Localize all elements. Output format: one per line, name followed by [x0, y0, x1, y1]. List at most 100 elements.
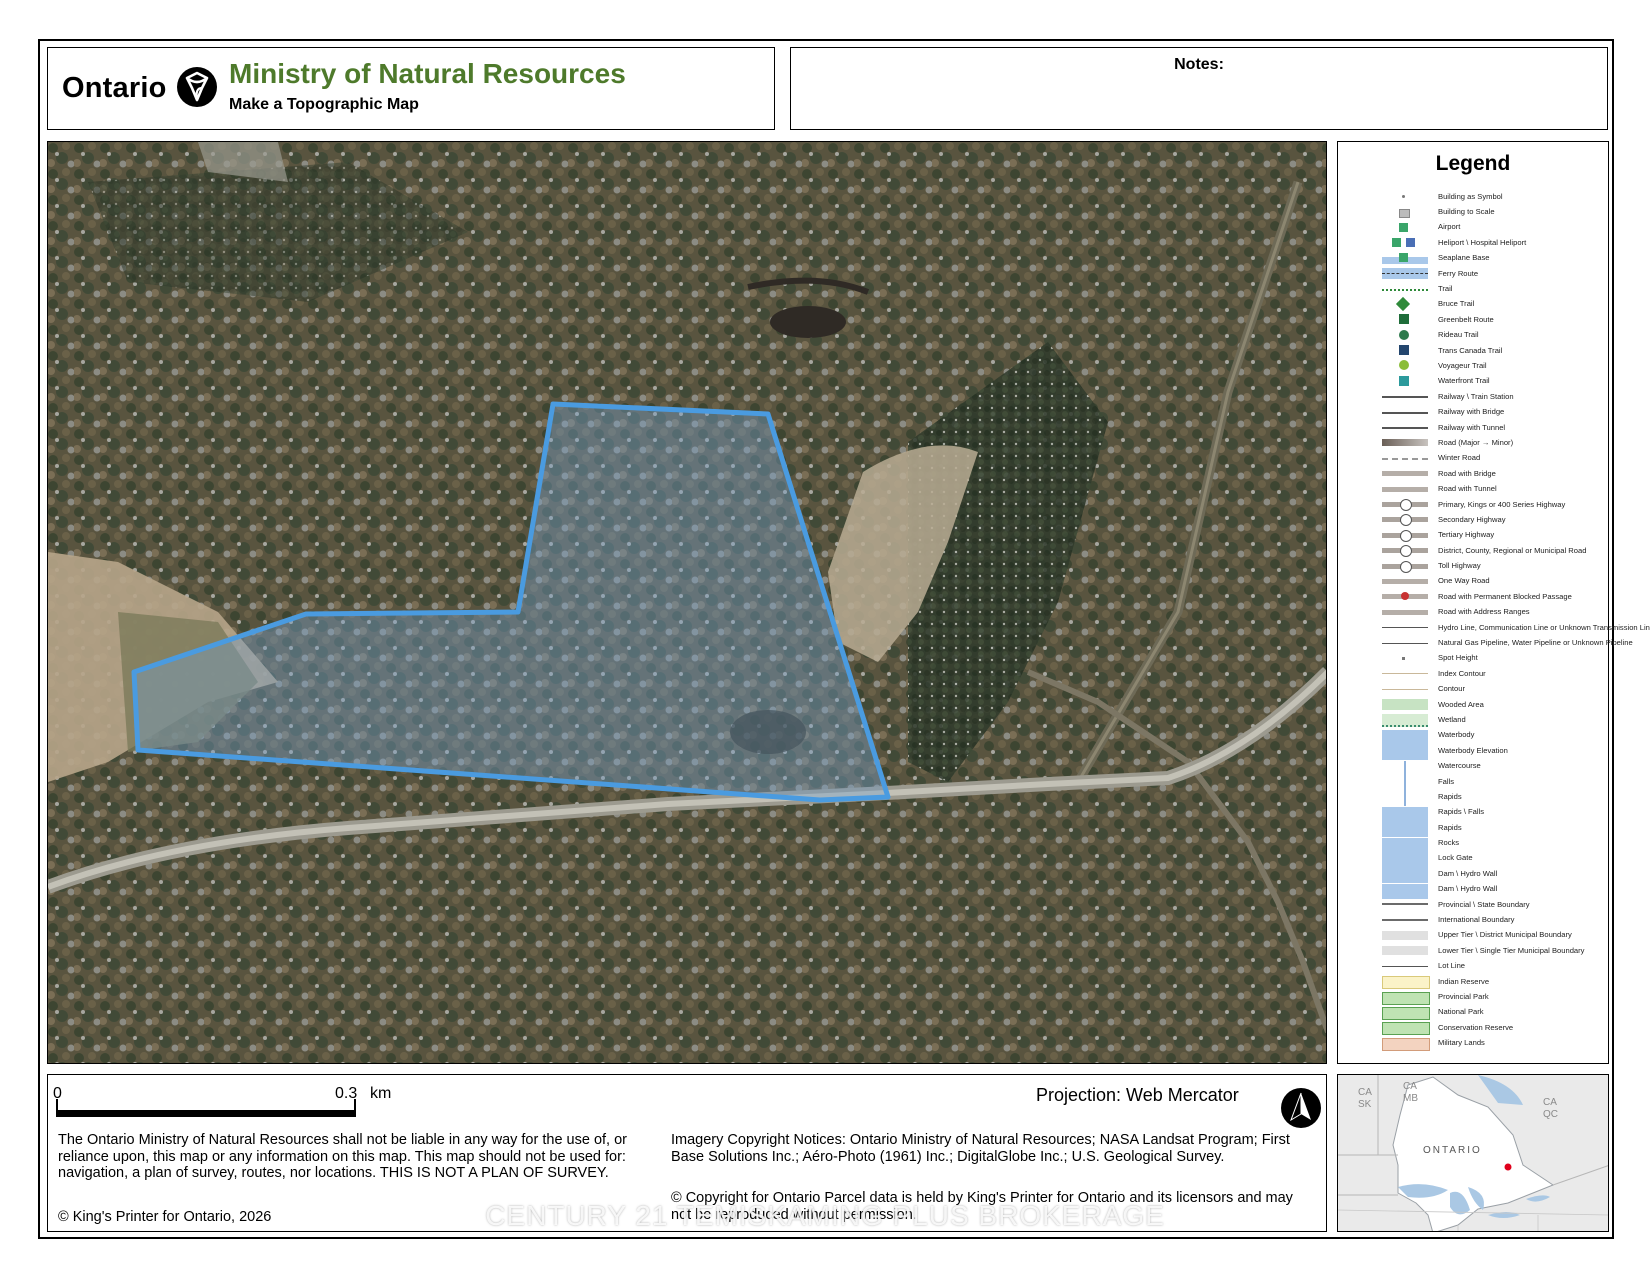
ontario-trillium-logo: [177, 67, 217, 107]
legend-panel: Legend Building as Symbol Building to Sca…: [1337, 141, 1650, 1064]
ministry-title: Ministry of Natural Resources: [229, 58, 626, 89]
legend-label: Road with Bridge: [1438, 468, 1496, 478]
legend-label: Rapids \ Falls: [1438, 807, 1485, 817]
location-marker-icon: [1504, 1163, 1512, 1171]
legend-symbol: [1382, 207, 1428, 218]
legend-symbol: [1382, 684, 1428, 695]
legend-label: Road with Tunnel: [1438, 484, 1497, 494]
legend-item: Heliport \ Hospital Heliport: [1382, 235, 1602, 250]
legend-item: Contour: [1382, 682, 1602, 697]
legend-label: Military Lands: [1438, 1038, 1485, 1048]
legend-item: Rapids \ Falls: [1382, 805, 1602, 822]
legend-symbol: [1382, 437, 1428, 448]
legend-item: National Park: [1382, 1005, 1602, 1020]
legend-label: Lower Tier \ Single Tier Municipal Bound…: [1438, 945, 1585, 955]
legend-symbol: [1382, 760, 1428, 776]
legend-symbol: [1382, 237, 1428, 248]
legend-item: Building to Scale: [1382, 204, 1602, 219]
legend-label: Provincial \ State Boundary: [1438, 899, 1530, 909]
legend-symbol: [1382, 745, 1428, 761]
legend-symbol: [1382, 852, 1428, 868]
legend-symbol: [1382, 468, 1428, 479]
legend-item: Railway with Tunnel: [1382, 420, 1602, 435]
legend-symbol: [1382, 607, 1428, 618]
legend-symbol: [1382, 252, 1428, 264]
legend-symbol: [1382, 1006, 1430, 1020]
legend-symbol: [1382, 668, 1428, 679]
legend-label: Seaplane Base: [1438, 253, 1490, 263]
legend-item: Road (Major → Minor): [1382, 435, 1602, 450]
legend-label: International Boundary: [1438, 915, 1515, 925]
legend-item: Primary, Kings or 400 Series Highway: [1382, 497, 1602, 512]
inset-label-ca-qc-1: CA: [1543, 1097, 1557, 1108]
legend-item: Lower Tier \ Single Tier Municipal Bound…: [1382, 943, 1602, 958]
legend-item: Railway \ Train Station: [1382, 389, 1602, 404]
legend-label: Tertiary Highway: [1438, 530, 1495, 540]
legend-item: Greenbelt Route: [1382, 312, 1602, 327]
legend-symbol: [1382, 407, 1428, 418]
legend-symbol: [1382, 391, 1428, 402]
legend-label: Rapids: [1438, 822, 1462, 832]
legend-symbol: [1382, 622, 1428, 633]
legend-symbol: [1382, 822, 1428, 838]
legend-label: Voyageur Trail: [1438, 360, 1487, 370]
legend-label: Waterfront Trail: [1438, 376, 1490, 386]
ontario-wordmark: Ontario: [62, 72, 167, 104]
projection-label: Projection: Web Mercator: [1036, 1085, 1239, 1105]
brokerage-watermark: CENTURY 21 TEMISKAMING PLUS BROKERAGE: [485, 1200, 1165, 1231]
legend-symbol: [1382, 545, 1428, 558]
legend-symbol: [1382, 591, 1428, 602]
legend-item: Hydro Line, Communication Line or Unknow…: [1382, 620, 1650, 635]
legend-label: Spot Height: [1438, 653, 1478, 663]
legend-item: Indian Reserve: [1382, 974, 1602, 990]
legend-label: Contour: [1438, 684, 1466, 694]
legend-symbol: [1382, 296, 1428, 311]
legend-item: Upper Tier \ District Municipal Boundary: [1382, 928, 1602, 943]
legend-symbol: [1382, 222, 1428, 233]
legend-label: Building as Symbol: [1438, 191, 1503, 201]
legend-label: Wetland: [1438, 714, 1466, 724]
legend-label: Road with Permanent Blocked Passage: [1438, 591, 1572, 601]
legend-title: Legend: [1435, 152, 1511, 175]
inset-label-ontario: ONTARIO: [1423, 1145, 1482, 1156]
legend-symbol: [1382, 930, 1428, 941]
legend-symbol: [1382, 899, 1428, 910]
legend-label: Bruce Trail: [1438, 299, 1475, 309]
legend-symbol: [1382, 529, 1428, 542]
legend-symbol: [1382, 484, 1428, 495]
legend-item: Toll Highway: [1382, 558, 1602, 573]
legend-item: Wetland: [1382, 712, 1602, 728]
legend-item: Dam \ Hydro Wall: [1382, 882, 1602, 899]
inset-label-ca-sk-1: CA: [1358, 1087, 1372, 1098]
legend-item: Secondary Highway: [1382, 512, 1602, 527]
legend-item: Rideau Trail: [1382, 328, 1602, 343]
legend-symbol: [1382, 638, 1428, 649]
aerial-map[interactable]: [47, 141, 1327, 1064]
legend-symbol: [1382, 883, 1428, 899]
legend-symbol: [1382, 791, 1428, 807]
legend-item: Rocks: [1382, 835, 1602, 853]
map-subtitle: Make a Topographic Map: [229, 96, 419, 113]
legend-label: Primary, Kings or 400 Series Highway: [1438, 499, 1566, 509]
legend-item: Tertiary Highway: [1382, 528, 1602, 543]
legend-item: Watercourse: [1382, 758, 1602, 776]
inset-label-ca-mb-2: MB: [1403, 1093, 1418, 1104]
scale-unit-label: km: [370, 1085, 392, 1102]
legend-label: Lot Line: [1438, 961, 1466, 971]
legend-symbol: [1382, 576, 1428, 587]
legend-item: Road with Bridge: [1382, 466, 1602, 481]
legend-symbol: [1382, 345, 1428, 356]
notes-panel: Notes:: [790, 47, 1608, 130]
legend-item: Trail: [1382, 281, 1602, 296]
notes-label: Notes:: [1174, 56, 1224, 73]
aerial-imagery: [48, 142, 1326, 1063]
legend-item: Provincial \ State Boundary: [1382, 897, 1602, 912]
legend-label: Waterbody: [1438, 730, 1475, 740]
legend-label: District, County, Regional or Municipal …: [1438, 545, 1587, 555]
legend-label: Railway with Bridge: [1438, 407, 1505, 417]
legend-item: Road with Permanent Blocked Passage: [1382, 589, 1602, 604]
legend-label: Natural Gas Pipeline, Water Pipeline or …: [1438, 638, 1633, 648]
legend-symbol: [1382, 837, 1428, 853]
legend-item: Winter Road: [1382, 451, 1602, 466]
legend-symbol: [1382, 284, 1428, 295]
